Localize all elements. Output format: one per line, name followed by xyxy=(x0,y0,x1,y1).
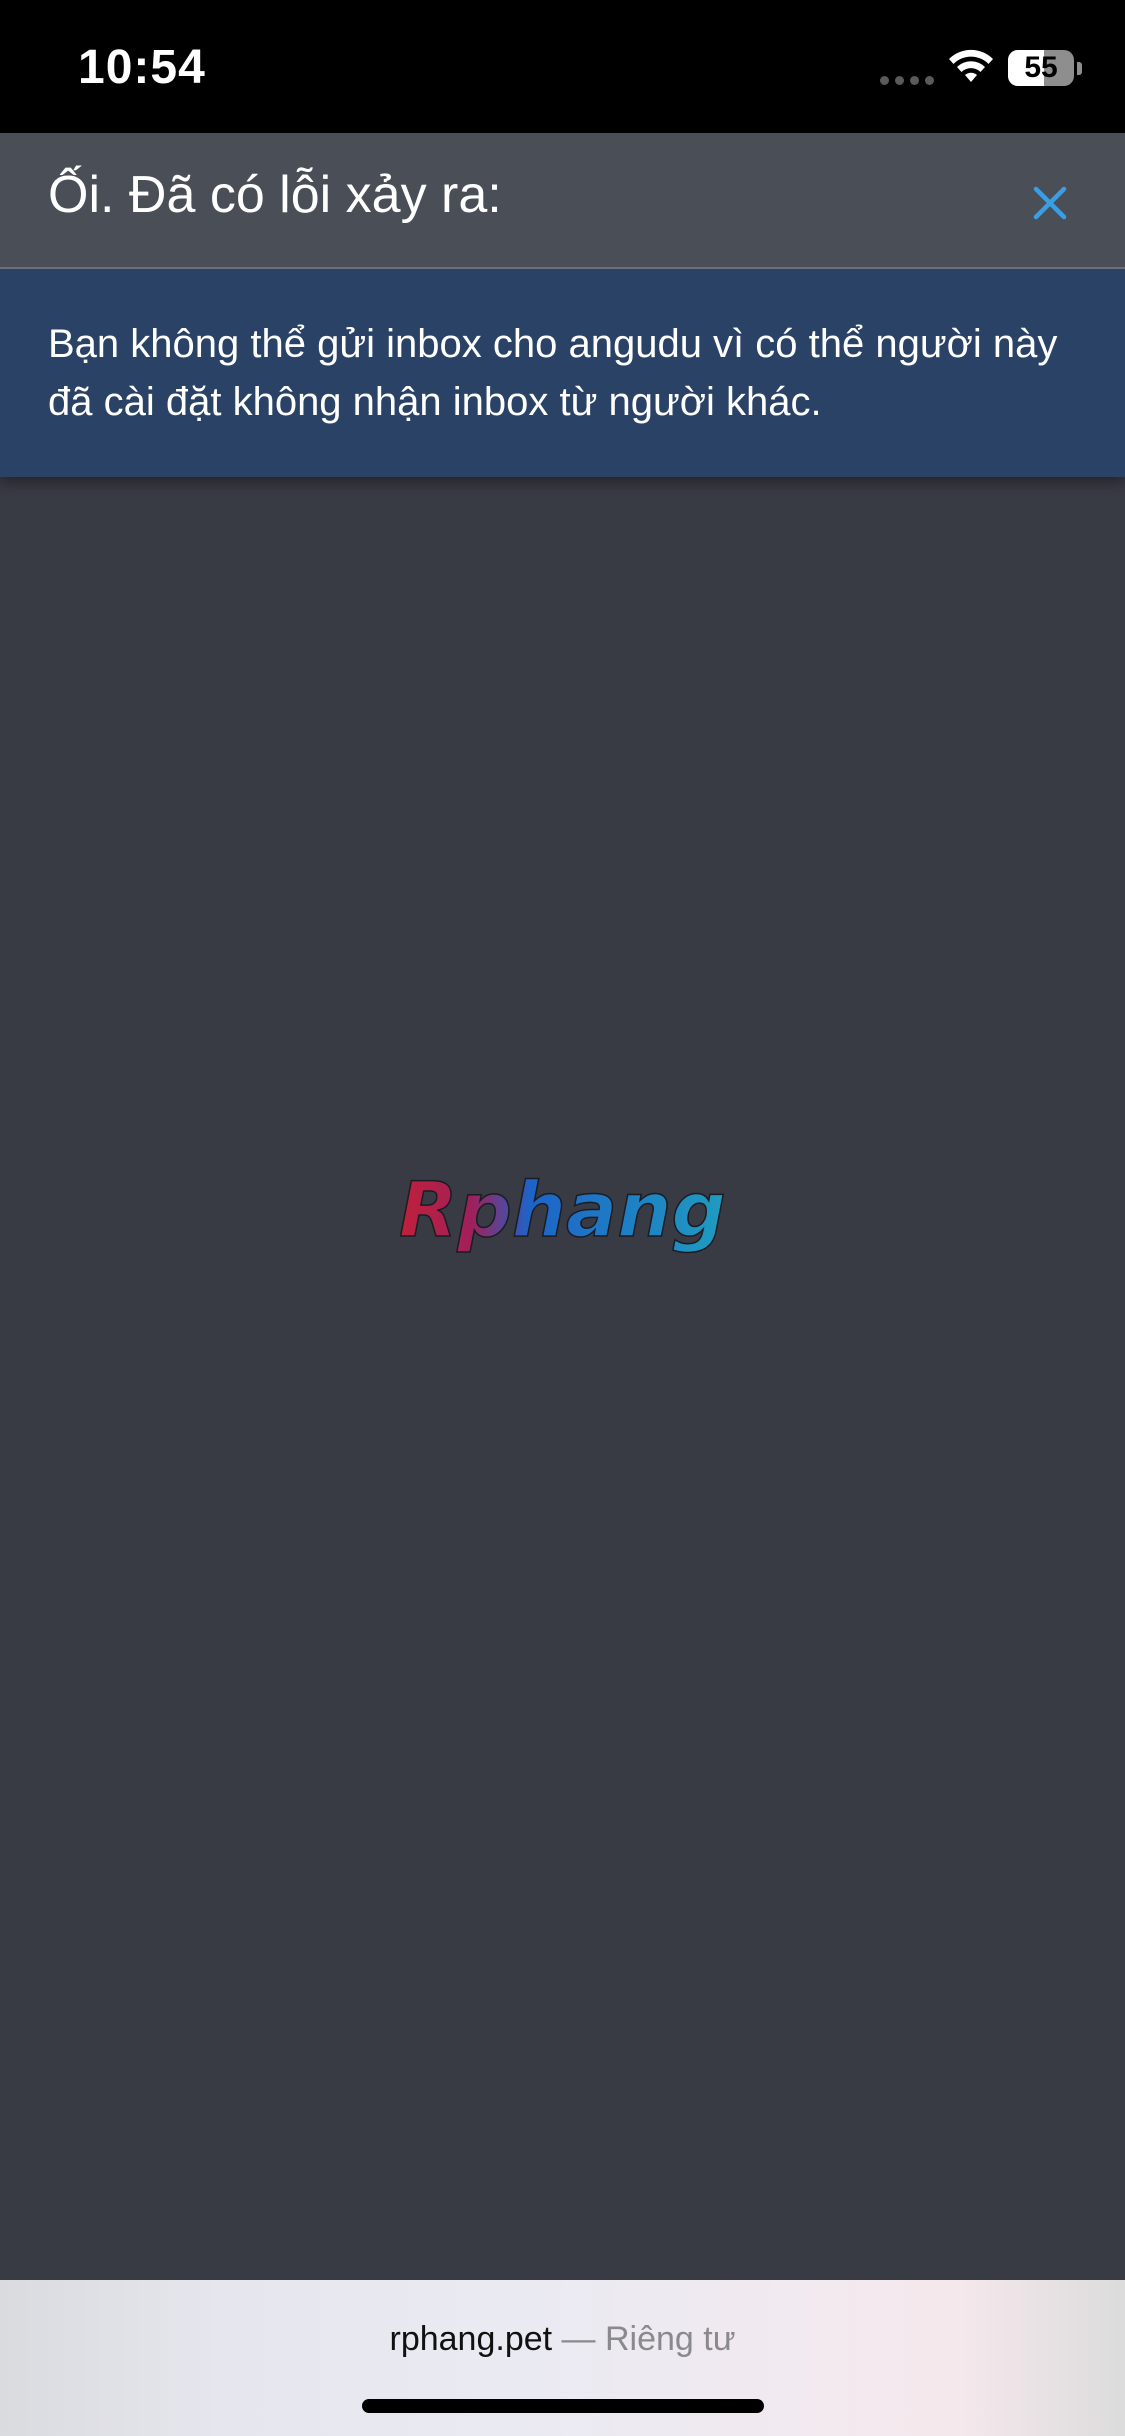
url-domain: rphang.pet xyxy=(389,2320,553,2358)
close-icon xyxy=(1033,186,1067,220)
rphang-logo: Rphang xyxy=(398,1170,726,1255)
cellular-signal-icon xyxy=(880,76,934,85)
status-bar: 10:54 55 xyxy=(0,0,1125,133)
battery-icon: 55 xyxy=(1008,50,1074,86)
error-dialog: Ối. Đã có lỗi xảy ra: Bạn không thể gửi … xyxy=(0,133,1125,477)
browser-address-bar[interactable]: rphang.pet — Riêng tư xyxy=(0,2280,1125,2436)
app-screen: 10:54 55 Ối. Đã có lỗi xảy ra: Bạn không xyxy=(0,0,1125,2436)
dialog-message: Bạn không thể gửi inbox cho angudu vì có… xyxy=(0,269,1125,477)
wifi-icon xyxy=(949,49,993,82)
dialog-header: Ối. Đã có lỗi xảy ra: xyxy=(0,133,1125,269)
url-line: rphang.pet — Riêng tư xyxy=(0,2320,1125,2359)
status-time: 10:54 xyxy=(78,41,206,94)
logo-wordmark: Rphang xyxy=(399,1170,726,1254)
battery-cap xyxy=(1077,62,1082,75)
battery-level: 55 xyxy=(1024,51,1058,84)
dialog-title: Ối. Đã có lỗi xảy ra: xyxy=(48,166,502,224)
private-label: Riêng tư xyxy=(605,2320,736,2358)
home-indicator[interactable] xyxy=(362,2399,764,2413)
close-button[interactable] xyxy=(1020,173,1080,233)
url-separator: — xyxy=(561,2320,596,2358)
